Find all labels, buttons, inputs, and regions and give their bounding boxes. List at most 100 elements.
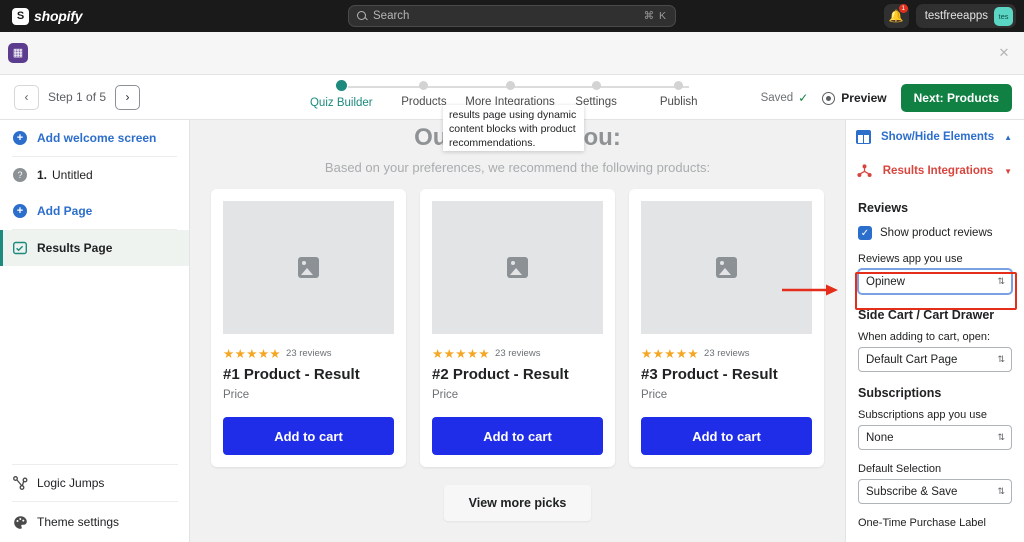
step-navigation: ‹ Step 1 of 5 ›: [14, 84, 141, 110]
product-rating: ★★★★★ 23 reviews: [641, 346, 812, 361]
sidebar-item-label: Theme settings: [37, 515, 120, 529]
product-card[interactable]: ★★★★★ 23 reviews #3 Product - Result Price A…: [629, 189, 824, 467]
integrations-icon: [856, 164, 872, 179]
app-subheader: ▦ ✕: [0, 32, 1024, 75]
section-heading-reviews: Reviews: [858, 201, 909, 215]
product-card[interactable]: ★★★★★ 23 reviews #1 Product - Result Price A…: [211, 189, 406, 467]
section-heading-subscriptions: Subscriptions: [858, 386, 942, 400]
sidebar-item-logic-jumps[interactable]: Logic Jumps: [0, 465, 190, 501]
app-root: S shopify Search ⌘ K 🔔 1 testfreeapps te…: [0, 0, 1024, 542]
sidebar-item-untitled-page[interactable]: ? 1. Untitled: [0, 157, 189, 193]
product-image: [223, 201, 394, 334]
results-page-icon: [12, 240, 28, 256]
accordion-show-hide-elements[interactable]: Show/Hide Elements ▲: [846, 120, 1024, 154]
select-value: Subscribe & Save: [866, 485, 958, 498]
shopify-top-bar: S shopify Search ⌘ K 🔔 1 testfreeapps te…: [0, 0, 1024, 32]
stepper-item-publish[interactable]: Publish: [637, 81, 720, 109]
shopify-logo[interactable]: S shopify: [12, 7, 83, 25]
stepper-item-quiz-builder[interactable]: Quiz Builder: [300, 80, 383, 109]
plus-circle-icon: +: [12, 130, 28, 146]
avatar: tes: [994, 6, 1013, 26]
reviews-app-select[interactable]: Opinew ⇅: [858, 269, 1012, 294]
checkbox-label: Show product reviews: [880, 227, 993, 239]
sidebar-item-label: Logic Jumps: [37, 476, 105, 490]
sidebar-item-add-welcome-screen[interactable]: + Add welcome screen: [0, 120, 189, 156]
prev-step-button[interactable]: ‹: [14, 84, 39, 110]
product-card[interactable]: ★★★★★ 23 reviews #2 Product - Result Price A…: [420, 189, 615, 467]
sidebar-item-results-page[interactable]: Results Page: [0, 230, 189, 266]
search-icon: [357, 11, 367, 21]
next-products-button[interactable]: Next: Products: [900, 84, 1012, 112]
sidebar-item-label: Results Page: [37, 241, 113, 255]
chevron-updown-icon: ⇅: [997, 432, 1004, 442]
view-more-picks-button[interactable]: View more picks: [443, 485, 592, 521]
search-shortcut-hint: ⌘ K: [643, 10, 667, 22]
chevron-updown-icon: ⇅: [997, 486, 1004, 496]
stepper-item-label: Products: [401, 96, 447, 108]
stepper-dot-icon: [505, 81, 515, 90]
tooltip: results page using dynamic content block…: [443, 105, 584, 151]
subscriptions-app-label: Subscriptions app you use: [858, 409, 988, 421]
image-placeholder-icon: [298, 257, 319, 278]
page-subtitle: Based on your preferences, we recommend …: [324, 160, 711, 175]
sidebar-item-theme-settings[interactable]: Theme settings: [0, 502, 190, 542]
select-value: Opinew: [866, 275, 905, 288]
product-rating: ★★★★★ 23 reviews: [223, 346, 394, 361]
notifications-button[interactable]: 🔔 1: [883, 4, 909, 28]
checkbox-icon[interactable]: ✓: [858, 226, 872, 240]
saved-status: Saved ✓: [761, 91, 809, 105]
search-placeholder: Search: [373, 10, 410, 22]
preview-label: Preview: [841, 91, 887, 105]
reviews-app-label: Reviews app you use: [858, 253, 963, 265]
app-icon[interactable]: ▦: [8, 43, 28, 63]
default-selection-select[interactable]: Subscribe & Save ⇅: [858, 479, 1012, 504]
add-to-cart-button[interactable]: Add to cart: [223, 417, 394, 455]
image-placeholder-icon: [716, 257, 737, 278]
accordion-results-integrations[interactable]: Results Integrations ▼: [846, 154, 1024, 188]
preview-button[interactable]: Preview: [822, 91, 887, 105]
select-value: Default Cart Page: [866, 353, 958, 366]
default-selection-label: Default Selection: [858, 463, 942, 475]
product-price: Price: [641, 389, 668, 401]
logic-jumps-icon: [12, 475, 28, 491]
sidebar-item-add-page[interactable]: + Add Page: [0, 193, 189, 229]
chevron-updown-icon: ⇅: [997, 354, 1004, 364]
accordion-label: Show/Hide Elements: [880, 131, 995, 143]
close-icon[interactable]: ✕: [994, 43, 1014, 63]
stepper-dot-icon: [419, 81, 429, 90]
star-rating-icon: ★★★★★: [641, 347, 700, 361]
product-title: #1 Product - Result: [223, 366, 360, 383]
one-time-purchase-label: One-Time Purchase Label: [858, 517, 986, 529]
user-name: testfreeapps: [924, 10, 988, 22]
image-placeholder-icon: [507, 257, 528, 278]
accordion-label: Results Integrations: [882, 165, 994, 177]
question-circle-icon: ?: [12, 167, 28, 183]
product-price: Price: [432, 389, 459, 401]
check-icon: ✓: [798, 91, 809, 105]
section-heading-side-cart: Side Cart / Cart Drawer: [858, 308, 995, 322]
user-menu-button[interactable]: testfreeapps tes: [915, 4, 1016, 28]
plus-circle-icon: +: [12, 203, 28, 219]
product-title: #2 Product - Result: [432, 366, 569, 383]
select-value: None: [866, 431, 894, 444]
product-image: [641, 201, 812, 334]
subscriptions-app-select[interactable]: None ⇅: [858, 425, 1012, 450]
annotation-red-arrow: [782, 284, 838, 296]
side-cart-open-label: When adding to cart, open:: [858, 331, 991, 343]
layout-icon: [856, 130, 871, 144]
chevron-up-icon: ▲: [1004, 132, 1012, 142]
product-rating: ★★★★★ 23 reviews: [432, 346, 603, 361]
add-to-cart-button[interactable]: Add to cart: [641, 417, 812, 455]
toolbar-actions: Saved ✓ Preview Next: Products: [761, 84, 1012, 112]
product-image: [432, 201, 603, 334]
product-title: #3 Product - Result: [641, 366, 778, 383]
search-input[interactable]: Search ⌘ K: [348, 5, 676, 27]
sidebar-item-label: Untitled: [52, 168, 93, 182]
show-product-reviews-checkbox-row[interactable]: ✓ Show product reviews: [858, 226, 1012, 240]
product-card-list: ★★★★★ 23 reviews #1 Product - Result Price A…: [190, 189, 845, 467]
side-cart-open-select[interactable]: Default Cart Page ⇅: [858, 347, 1012, 372]
next-step-button[interactable]: ›: [115, 84, 141, 110]
right-settings-panel: Show/Hide Elements ▲ Results Integration…: [845, 120, 1024, 542]
review-count: 23 reviews: [495, 348, 541, 359]
add-to-cart-button[interactable]: Add to cart: [432, 417, 603, 455]
